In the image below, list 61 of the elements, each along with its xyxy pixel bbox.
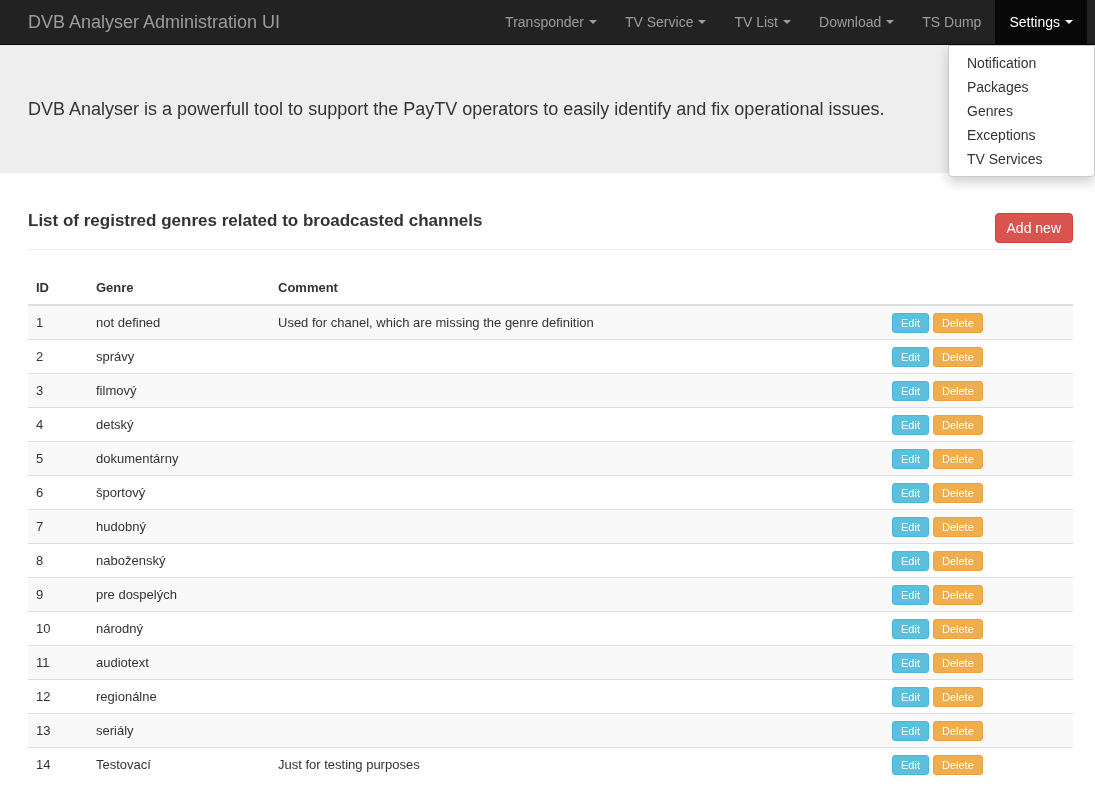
nav-menu-item[interactable]: Download xyxy=(805,0,909,44)
delete-button[interactable]: Delete xyxy=(932,618,983,639)
edit-button[interactable]: Edit xyxy=(892,618,929,639)
delete-button[interactable]: Delete xyxy=(932,414,983,435)
edit-button[interactable]: Edit xyxy=(892,754,929,775)
brand-link[interactable]: DVB Analyser Administration UI xyxy=(0,0,281,44)
delete-button[interactable]: Delete xyxy=(932,754,983,775)
delete-button[interactable]: Delete xyxy=(932,550,983,571)
table-cell: Used for chanel, which are missing the genre definition xyxy=(270,305,884,340)
delete-button[interactable]: Delete xyxy=(932,448,983,469)
edit-button[interactable]: Edit xyxy=(892,448,929,469)
edit-button[interactable]: Edit xyxy=(892,380,929,401)
delete-button[interactable]: Delete xyxy=(932,584,983,605)
dropdown-item[interactable]: TV Services xyxy=(949,147,1094,171)
table-cell: Just for testing purposes xyxy=(270,747,884,781)
nav-menu-item[interactable]: TS Dump xyxy=(908,0,996,44)
table-cell: not defined xyxy=(88,305,270,340)
edit-button[interactable]: Edit xyxy=(892,686,929,707)
table-cell: 13 xyxy=(28,713,88,748)
table-cell: dokumentárny xyxy=(88,441,270,476)
nav-menu-item[interactable]: Settings xyxy=(995,0,1087,44)
nav-menu-item[interactable]: TV List xyxy=(720,0,805,44)
delete-button[interactable]: Delete xyxy=(932,516,983,537)
delete-button[interactable]: Delete xyxy=(932,312,983,333)
delete-button[interactable]: Delete xyxy=(932,686,983,707)
edit-button[interactable]: Edit xyxy=(892,720,929,741)
table-cell: pre dospelých xyxy=(88,577,270,612)
table-cell: 11 xyxy=(28,645,88,680)
edit-button[interactable]: Edit xyxy=(892,414,929,435)
table-cell: 1 xyxy=(28,305,88,340)
add-new-button[interactable]: Add new xyxy=(994,213,1073,243)
edit-button[interactable]: Edit xyxy=(892,516,929,537)
table-cell: filmový xyxy=(88,373,270,408)
delete-button[interactable]: Delete xyxy=(932,346,983,367)
table-cell: seriály xyxy=(88,713,270,748)
delete-button[interactable]: Delete xyxy=(932,720,983,741)
nav-menu-item[interactable]: Transponder xyxy=(491,0,611,44)
delete-button[interactable]: Delete xyxy=(932,380,983,401)
table-cell: audiotext xyxy=(88,645,270,680)
nav-menu-item[interactable]: TV Service xyxy=(610,0,721,44)
edit-button[interactable]: Edit xyxy=(892,550,929,571)
dropdown-item[interactable]: Packages xyxy=(949,75,1094,99)
table-cell: 9 xyxy=(28,577,88,612)
table-cell: 5 xyxy=(28,441,88,476)
edit-button[interactable]: Edit xyxy=(892,312,929,333)
table-cell: 3 xyxy=(28,373,88,408)
edit-button[interactable]: Edit xyxy=(892,584,929,605)
edit-button[interactable]: Edit xyxy=(892,482,929,503)
dropdown-item[interactable]: Exceptions xyxy=(949,123,1094,147)
table-cell: Testovací xyxy=(88,747,270,781)
delete-button[interactable]: Delete xyxy=(932,482,983,503)
edit-button[interactable]: Edit xyxy=(892,346,929,367)
section-title: List of registred genres related to broadcasted channels xyxy=(28,211,483,231)
dropdown-item[interactable]: Notification xyxy=(949,51,1094,75)
edit-button[interactable]: Edit xyxy=(892,652,929,673)
intro-text: DVB Analyser is a powerfull tool to support the PayTV operators to easily identify and fix operational issues. xyxy=(28,98,885,120)
dropdown-item[interactable]: Genres xyxy=(949,99,1094,123)
table-cell: 7 xyxy=(28,509,88,544)
table-cell: 14 xyxy=(28,747,88,781)
delete-button[interactable]: Delete xyxy=(932,652,983,673)
table-cell: hudobný xyxy=(88,509,270,544)
